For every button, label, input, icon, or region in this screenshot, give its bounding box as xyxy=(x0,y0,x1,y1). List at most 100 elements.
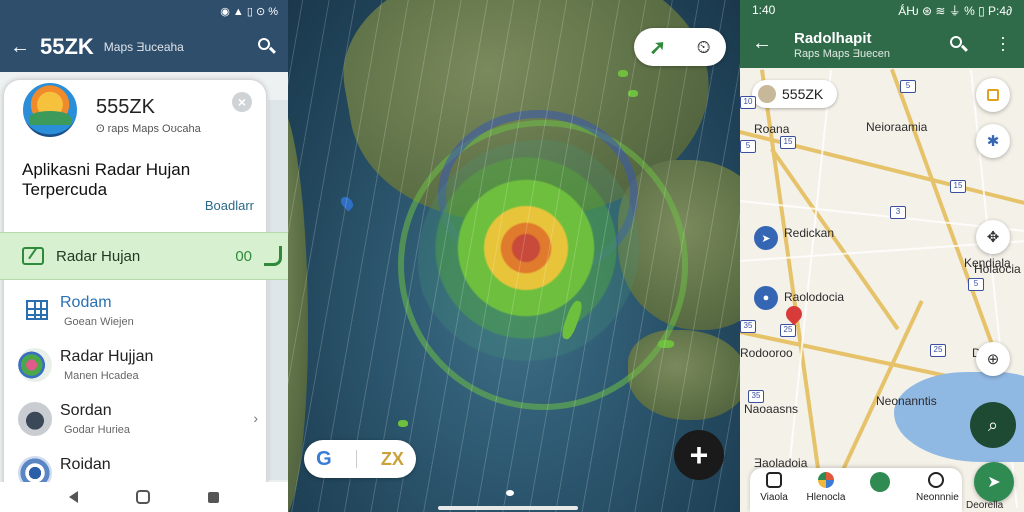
list-item-subtitle: Goean Wiejen xyxy=(64,316,134,328)
nav-recents-icon[interactable] xyxy=(208,491,219,503)
route-shield: 35 xyxy=(740,320,756,333)
map-label: Redickan xyxy=(784,226,835,240)
nav-label: Deorella xyxy=(966,500,1004,511)
map-label: Hoiaocia xyxy=(974,262,1021,276)
app-subtitle: Raps Maps Ǝuecen xyxy=(794,48,890,60)
route-shield: 25 xyxy=(930,344,946,357)
radar-app-icon xyxy=(18,348,52,382)
status-bar: 1:40 ǺǶ ⊛ ≋ ⏚ % ▯ P:4∂ xyxy=(740,0,1024,20)
google-icon[interactable]: G xyxy=(316,448,332,471)
location-chip[interactable]: 555ZK xyxy=(752,80,838,108)
route-shield: 10 xyxy=(740,96,756,109)
map-label: Neioraamia xyxy=(866,120,928,134)
nav-item[interactable]: Neonnnie xyxy=(916,472,959,503)
leaf-icon xyxy=(870,472,890,492)
search-map-button[interactable]: ⌕ xyxy=(970,402,1016,448)
grid-icon xyxy=(26,300,48,320)
map-label: Raolodocia xyxy=(784,290,845,304)
recenter-button[interactable]: ✥ xyxy=(976,220,1010,254)
zx-icon[interactable]: ZX xyxy=(381,449,404,470)
nav-icon xyxy=(766,472,782,488)
route-shield: 35 xyxy=(748,390,764,403)
app-title: 55ZK xyxy=(40,34,94,59)
layers-icon xyxy=(987,89,999,101)
route-shield: 5 xyxy=(968,278,984,291)
nav-home-icon[interactable] xyxy=(136,490,150,504)
map-label: Rodooroo xyxy=(740,346,793,360)
back-arrow-icon[interactable]: ← xyxy=(752,32,772,55)
route-shield: 25 xyxy=(780,324,796,337)
list-item[interactable]: Rodam Goean Wiejen xyxy=(4,288,266,340)
nav-label: Viaola xyxy=(760,492,788,503)
system-nav-bar xyxy=(0,482,288,512)
map-label: Naoaasns xyxy=(744,402,799,416)
map-controls-pill: ➚ ⏲ xyxy=(634,28,726,66)
page-indicator xyxy=(506,490,514,496)
row-value: 00 xyxy=(235,247,252,265)
route-shield: 15 xyxy=(780,136,796,149)
list-item-title: Sordan xyxy=(60,402,112,419)
nav-item[interactable] xyxy=(860,472,900,496)
app-bar: ← Radolhapit Raps Maps Ǝuecen · · · xyxy=(740,20,1024,68)
circle-icon xyxy=(928,472,944,488)
right-phone-screen: 1:40 ǺǶ ⊛ ≋ ⏚ % ▯ P:4∂ ← Radolhapit Raps… xyxy=(740,0,1024,512)
add-button[interactable]: + xyxy=(674,430,724,480)
radar-map-view[interactable]: ➚ ⏲ G ZX + xyxy=(288,0,740,512)
list-item-title: Roidan xyxy=(60,456,111,473)
map-label: Neonanntis xyxy=(876,394,937,408)
list-item-subtitle: Manen Hcadea xyxy=(64,370,139,382)
more-link[interactable]: Boadlarr xyxy=(205,198,254,213)
maps-icon xyxy=(818,472,834,488)
status-icons: ǺǶ ⊛ ≋ ⏚ % ▯ P:4∂ xyxy=(898,3,1012,18)
timer-icon[interactable]: ⏲ xyxy=(697,37,711,58)
place-pin-icon[interactable]: ➤ xyxy=(754,226,778,250)
layer-pill: G ZX xyxy=(304,440,416,478)
search-icon[interactable] xyxy=(256,36,278,58)
list-item-subtitle: Godar Huriea xyxy=(64,424,131,436)
red-location-pin-icon[interactable] xyxy=(782,302,806,326)
layers-button[interactable] xyxy=(976,78,1010,112)
directions-button[interactable]: ➤ xyxy=(974,462,1014,502)
nav-item[interactable]: Viaola xyxy=(754,472,794,503)
app-info-sheet: 555ZK ʘ raps Maps Oʊcaha × Aplikasni Rad… xyxy=(4,80,266,490)
route-shield: 3 xyxy=(890,206,906,219)
home-indicator xyxy=(438,506,578,510)
app-logo xyxy=(20,80,80,140)
app-name: 555ZK xyxy=(96,96,155,118)
search-icon[interactable] xyxy=(948,34,968,54)
nav-item[interactable]: Hlenocla xyxy=(806,472,846,503)
list-item[interactable]: Radar Hujjan Manen Hcadea xyxy=(4,342,266,394)
app-subtitle: Maps Ǝuceaha xyxy=(103,40,184,54)
chip-label: 555ZK xyxy=(782,86,824,102)
bottom-nav: Viaola Hlenocla Neonnnie xyxy=(750,468,962,512)
zoom-button[interactable]: ⊕ xyxy=(976,342,1010,376)
close-icon[interactable]: × xyxy=(232,92,252,112)
status-icons: ◉ ▲ ▯ ⊙ % xyxy=(220,5,278,18)
nav-label: Hlenocla xyxy=(806,492,846,503)
edit-icon xyxy=(22,247,44,265)
status-bar: ◉ ▲ ▯ ⊙ % xyxy=(0,0,288,22)
place-pin-icon[interactable]: ● xyxy=(754,286,778,310)
app-title: Radolhapit xyxy=(794,30,872,47)
chip-thumbnail-icon xyxy=(758,85,776,103)
route-shield: 15 xyxy=(950,180,966,193)
app-publisher: ʘ raps Maps Oʊcaha xyxy=(96,123,201,135)
list-item-title: Rodam xyxy=(60,294,112,311)
app-bar: ← 55ZK Maps Ǝuceaha xyxy=(0,22,288,72)
list-item-title: Radar Hujjan xyxy=(60,348,154,365)
avatar xyxy=(18,402,52,436)
list-item[interactable]: Sordan Godar Huriea › xyxy=(4,396,266,448)
back-arrow-icon[interactable]: ← xyxy=(10,36,40,59)
chevron-right-icon: › xyxy=(253,410,258,426)
wave-icon xyxy=(264,246,282,266)
rain-overlay xyxy=(288,0,740,512)
nav-back-icon[interactable] xyxy=(69,491,78,503)
trend-arrow-icon[interactable]: ➚ xyxy=(649,35,666,60)
radar-hujan-row[interactable]: Radar Hujan 00 xyxy=(0,232,288,280)
route-shield: 5 xyxy=(740,140,756,153)
map-label: Roana xyxy=(754,122,790,136)
row-label: Radar Hujan xyxy=(56,247,141,265)
background-card xyxy=(268,100,288,480)
compass-button[interactable]: ✱ xyxy=(976,124,1010,158)
more-options-icon[interactable]: · · · xyxy=(1000,28,1006,58)
